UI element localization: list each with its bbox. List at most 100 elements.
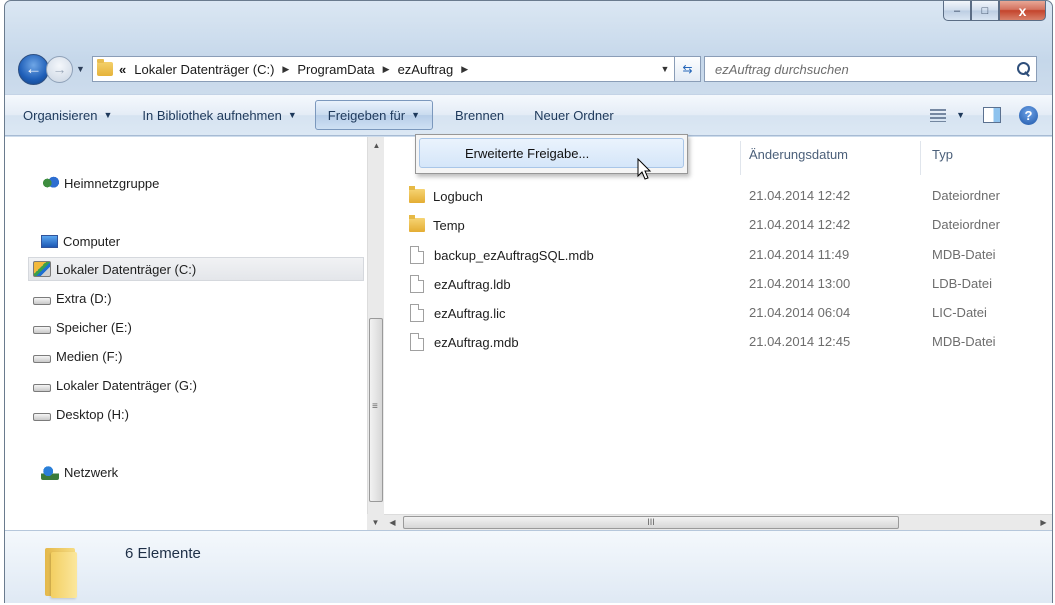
- file-date: 21.04.2014 12:45: [749, 334, 851, 349]
- file-list-pane: N Änderungsdatum Typ Logbuch 21.04.2014 …: [385, 137, 1052, 514]
- refresh-button[interactable]: ⇆: [675, 56, 701, 82]
- file-row-ldb[interactable]: ezAuftrag.ldb: [409, 272, 511, 296]
- share-with-button[interactable]: Freigeben für ▼: [314, 100, 434, 130]
- refresh-icon: ⇆: [682, 62, 693, 76]
- nav-item-label: Medien (F:): [56, 348, 123, 364]
- breadcrumb-item-programdata[interactable]: ProgramData: [297, 62, 374, 77]
- file-name: ezAuftrag.ldb: [434, 276, 511, 292]
- drive-icon: [33, 326, 51, 334]
- file-name: backup_ezAuftragSQL.mdb: [434, 247, 594, 263]
- scroll-down-icon[interactable]: ▼: [367, 514, 384, 530]
- file-row-lic[interactable]: ezAuftrag.lic: [409, 301, 506, 325]
- nav-item-label: Lokaler Datenträger (G:): [56, 377, 197, 393]
- file-type: MDB-Datei: [932, 247, 996, 262]
- nav-item-drive-c[interactable]: Lokaler Datenträger (C:): [28, 257, 364, 281]
- drive-icon: [33, 355, 51, 363]
- item-count: 6 Elemente: [125, 545, 201, 562]
- column-header-date[interactable]: Änderungsdatum: [749, 147, 848, 162]
- maximize-button[interactable]: □: [971, 1, 999, 21]
- scroll-left-icon[interactable]: ◀: [384, 515, 401, 530]
- scroll-right-icon[interactable]: ▶: [1035, 515, 1052, 530]
- breadcrumb-arrow-icon[interactable]: ▶: [383, 64, 390, 75]
- organize-label: Organisieren: [23, 107, 98, 123]
- chevron-down-icon: ▼: [287, 110, 297, 120]
- breadcrumb-item-c-drive[interactable]: Lokaler Datenträger (C:): [134, 62, 274, 77]
- burn-label: Brennen: [455, 107, 505, 123]
- share-with-label: Freigeben für: [327, 107, 406, 123]
- chevron-down-icon: ▼: [411, 110, 421, 120]
- file-icon: [410, 246, 424, 264]
- add-to-library-button[interactable]: In Bibliothek aufnehmen ▼: [130, 100, 308, 130]
- file-name: Logbuch: [433, 188, 483, 204]
- burn-button[interactable]: Brennen: [443, 100, 516, 130]
- nav-item-label: Lokaler Datenträger (C:): [56, 261, 197, 277]
- nav-item-drive-e[interactable]: Speicher (E:): [33, 315, 132, 339]
- breadcrumb-item-ezauftrag[interactable]: ezAuftrag: [398, 62, 454, 77]
- file-horizontal-scrollbar[interactable]: ◀ III ▶: [384, 514, 1052, 530]
- preview-pane-button[interactable]: [971, 100, 1013, 130]
- organize-button[interactable]: Organisieren ▼: [11, 100, 124, 130]
- column-separator[interactable]: [920, 141, 921, 175]
- system-drive-icon: [33, 261, 51, 277]
- scrollbar-thumb[interactable]: III: [403, 516, 899, 529]
- file-row-backup-mdb[interactable]: backup_ezAuftragSQL.mdb: [409, 243, 594, 267]
- nav-item-drive-f[interactable]: Medien (F:): [33, 344, 122, 368]
- breadcrumb-arrow-icon[interactable]: ▶: [282, 64, 289, 75]
- chevron-down-icon: ▼: [103, 110, 113, 120]
- file-type: MDB-Datei: [932, 334, 996, 349]
- nav-item-homegroup[interactable]: Heimnetzgruppe: [41, 171, 159, 195]
- help-icon: ?: [1019, 105, 1038, 125]
- scrollbar-thumb[interactable]: [369, 318, 383, 502]
- nav-item-computer[interactable]: Computer: [41, 229, 120, 253]
- search-input[interactable]: ezAuftrag durchsuchen: [715, 62, 1010, 77]
- nav-item-drive-h[interactable]: Desktop (H:): [33, 402, 129, 426]
- preview-pane-icon: [983, 107, 1001, 123]
- nav-item-drive-d[interactable]: Extra (D:): [33, 286, 112, 310]
- file-type: LIC-Datei: [932, 305, 987, 320]
- nav-item-network[interactable]: Netzwerk: [41, 460, 118, 484]
- column-header-type[interactable]: Typ: [932, 147, 953, 162]
- navigation-row: ← → ▼ « Lokaler Datenträger (C:) ▶ Progr…: [18, 52, 1048, 86]
- file-date: 21.04.2014 12:42: [749, 217, 851, 232]
- breadcrumb-overflow[interactable]: «: [119, 62, 126, 77]
- file-name: Temp: [433, 217, 465, 233]
- details-pane: 6 Elemente: [5, 530, 1052, 603]
- forward-button[interactable]: →: [46, 55, 73, 83]
- forward-arrow-icon: →: [52, 61, 67, 77]
- help-button[interactable]: ?: [1013, 100, 1052, 130]
- nav-item-label: Speicher (E:): [56, 319, 132, 335]
- drive-icon: [33, 413, 51, 421]
- folder-icon: [409, 186, 425, 203]
- file-date: 21.04.2014 11:49: [749, 247, 850, 262]
- nav-vertical-scrollbar[interactable]: ▲: [367, 137, 384, 514]
- file-date: 21.04.2014 13:00: [749, 276, 851, 291]
- file-row-logbuch[interactable]: Logbuch: [409, 184, 483, 208]
- command-bar: Organisieren ▼ In Bibliothek aufnehmen ▼ F…: [5, 94, 1052, 136]
- search-box[interactable]: ezAuftrag durchsuchen: [704, 56, 1037, 82]
- address-dropdown-icon[interactable]: ▼: [656, 64, 674, 74]
- address-bar[interactable]: « Lokaler Datenträger (C:) ▶ ProgramData…: [92, 56, 675, 82]
- file-date: 21.04.2014 12:42: [749, 188, 851, 203]
- scroll-up-icon[interactable]: ▲: [368, 137, 385, 154]
- file-name: ezAuftrag.mdb: [434, 334, 519, 350]
- file-row-mdb[interactable]: ezAuftrag.mdb: [409, 330, 519, 354]
- column-separator[interactable]: [740, 141, 741, 175]
- file-row-temp[interactable]: Temp: [409, 213, 465, 237]
- folder-icon: [409, 215, 425, 232]
- new-folder-button[interactable]: Neuer Ordner: [522, 100, 625, 130]
- nav-item-drive-g[interactable]: Lokaler Datenträger (G:): [33, 373, 197, 397]
- breadcrumb: « Lokaler Datenträger (C:) ▶ ProgramData…: [119, 62, 476, 77]
- change-view-button[interactable]: ▼: [924, 100, 971, 130]
- drive-icon: [33, 297, 51, 305]
- nav-item-label: Extra (D:): [56, 290, 112, 306]
- view-details-icon: [930, 108, 947, 122]
- file-date: 21.04.2014 06:04: [749, 305, 851, 320]
- search-icon[interactable]: [1010, 57, 1036, 81]
- history-dropdown-icon[interactable]: ▼: [76, 64, 88, 74]
- navigation-pane: Heimnetzgruppe Computer Lokaler Datenträ…: [5, 137, 367, 514]
- minimize-button[interactable]: –: [943, 1, 971, 21]
- back-button[interactable]: ←: [18, 53, 49, 85]
- close-button[interactable]: x: [999, 1, 1046, 21]
- breadcrumb-arrow-icon[interactable]: ▶: [461, 64, 468, 75]
- nav-item-label: Netzwerk: [64, 464, 119, 480]
